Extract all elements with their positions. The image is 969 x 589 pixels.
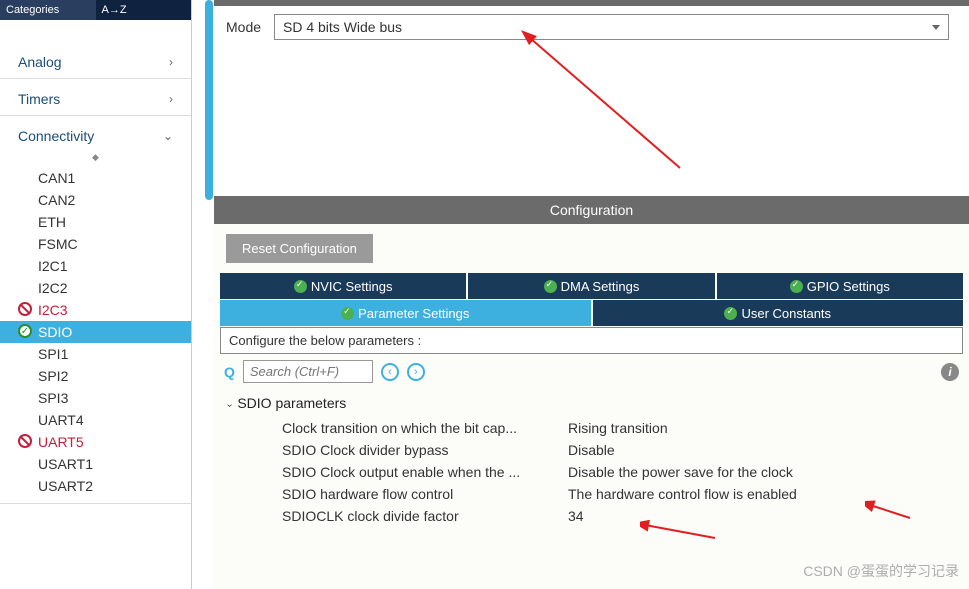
param-value[interactable]: Disable <box>568 442 955 458</box>
search-prev-button[interactable]: ‹ <box>381 363 399 381</box>
param-row[interactable]: Clock transition on which the bit cap...… <box>228 417 955 439</box>
param-name: Clock transition on which the bit cap... <box>228 420 568 436</box>
periph-i2c3[interactable]: I2C3 <box>0 299 191 321</box>
category-analog[interactable]: Analog › <box>0 42 191 78</box>
check-icon <box>544 280 557 293</box>
periph-i2c1[interactable]: I2C1 <box>0 255 191 277</box>
sidebar-header: Categories A→Z <box>0 0 191 20</box>
check-icon <box>790 280 803 293</box>
chevron-down-icon: › <box>224 404 235 407</box>
category-label: Timers <box>18 91 60 107</box>
category-timers[interactable]: Timers › <box>0 79 191 115</box>
periph-spi2[interactable]: SPI2 <box>0 365 191 387</box>
search-icon[interactable]: Q <box>224 364 235 380</box>
param-section-header[interactable]: ›SDIO parameters <box>228 393 955 413</box>
periph-uart4[interactable]: UART4 <box>0 409 191 431</box>
param-row[interactable]: SDIOCLK clock divide factor34 <box>228 505 955 527</box>
param-section: ›SDIO parameters Clock transition on whi… <box>220 389 963 531</box>
peripheral-list: CAN1 CAN2 ETH FSMC I2C1 I2C2 I2C3 ✓SDIO … <box>0 165 191 503</box>
category-connectivity[interactable]: Connectivity ⌄ <box>0 116 191 152</box>
param-row[interactable]: SDIO Clock output enable when the ...Dis… <box>228 461 955 483</box>
periph-can1[interactable]: CAN1 <box>0 167 191 189</box>
param-row[interactable]: SDIO hardware flow controlThe hardware c… <box>228 483 955 505</box>
periph-usart2[interactable]: USART2 <box>0 475 191 497</box>
param-value[interactable]: The hardware control flow is enabled <box>568 486 955 502</box>
periph-i2c2[interactable]: I2C2 <box>0 277 191 299</box>
search-input[interactable] <box>243 360 373 383</box>
tab-parameter-settings[interactable]: Parameter Settings <box>220 300 591 326</box>
chevron-right-icon: › <box>169 92 173 106</box>
scroll-indicator[interactable] <box>205 0 213 200</box>
mode-select[interactable]: SD 4 bits Wide bus <box>274 14 949 40</box>
param-name: SDIO Clock divider bypass <box>228 442 568 458</box>
tab-user-constants[interactable]: User Constants <box>593 300 964 326</box>
mode-row: Mode SD 4 bits Wide bus <box>214 6 969 48</box>
info-icon[interactable]: i <box>941 363 959 381</box>
tab-nvic-settings[interactable]: NVIC Settings <box>220 273 466 299</box>
search-next-button[interactable]: › <box>407 363 425 381</box>
check-icon <box>724 307 737 320</box>
category-label: Analog <box>18 54 62 70</box>
param-table: Clock transition on which the bit cap...… <box>228 417 955 527</box>
periph-fsmc[interactable]: FSMC <box>0 233 191 255</box>
param-value[interactable]: Rising transition <box>568 420 955 436</box>
disabled-icon <box>18 302 32 316</box>
config-tabs-row2: Parameter Settings User Constants <box>220 300 963 326</box>
sidebar: Categories A→Z Analog › Timers › Connect… <box>0 0 192 589</box>
disabled-icon <box>18 434 32 448</box>
config-body: Reset Configuration NVIC Settings DMA Se… <box>214 224 969 589</box>
az-tab[interactable]: A→Z <box>96 0 192 20</box>
tab-dma-settings[interactable]: DMA Settings <box>468 273 714 299</box>
chevron-down-icon: ⌄ <box>163 129 173 143</box>
tab-gpio-settings[interactable]: GPIO Settings <box>717 273 963 299</box>
periph-can2[interactable]: CAN2 <box>0 189 191 211</box>
periph-spi1[interactable]: SPI1 <box>0 343 191 365</box>
mode-label: Mode <box>226 19 274 35</box>
param-name: SDIO hardware flow control <box>228 486 568 502</box>
search-row: Q ‹ › i <box>220 354 963 389</box>
periph-eth[interactable]: ETH <box>0 211 191 233</box>
check-icon <box>294 280 307 293</box>
check-icon <box>341 307 354 320</box>
reset-configuration-button[interactable]: Reset Configuration <box>226 234 373 263</box>
config-hint: Configure the below parameters : <box>220 327 963 354</box>
periph-usart1[interactable]: USART1 <box>0 453 191 475</box>
config-tabs-row1: NVIC Settings DMA Settings GPIO Settings <box>220 273 963 299</box>
param-name: SDIO Clock output enable when the ... <box>228 464 568 480</box>
configuration-header: Configuration <box>214 196 969 224</box>
periph-uart5[interactable]: UART5 <box>0 431 191 453</box>
chevron-right-icon: › <box>169 55 173 69</box>
param-value[interactable]: Disable the power save for the clock <box>568 464 955 480</box>
param-row[interactable]: SDIO Clock divider bypassDisable <box>228 439 955 461</box>
categories-tab[interactable]: Categories <box>0 0 96 20</box>
param-name: SDIOCLK clock divide factor <box>228 508 568 524</box>
watermark: CSDN @蛋蛋的学习记录 <box>803 561 959 581</box>
category-label: Connectivity <box>18 128 94 144</box>
sort-icon[interactable]: ◆ <box>0 152 191 165</box>
periph-spi3[interactable]: SPI3 <box>0 387 191 409</box>
check-icon: ✓ <box>18 324 32 338</box>
periph-sdio[interactable]: ✓SDIO <box>0 321 191 343</box>
main-panel: Mode SD 4 bits Wide bus Configuration Re… <box>214 0 969 589</box>
param-value[interactable]: 34 <box>568 508 955 524</box>
